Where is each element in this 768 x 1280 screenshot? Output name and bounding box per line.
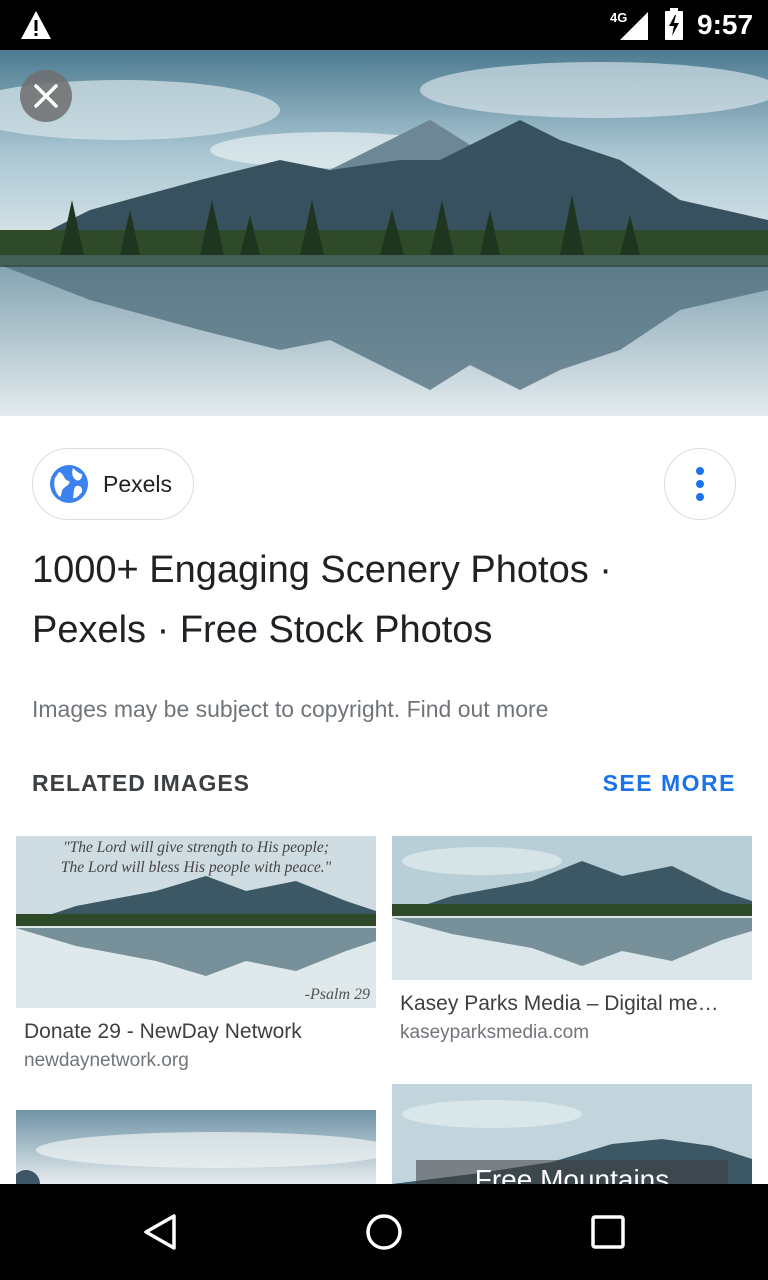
close-button[interactable] <box>20 70 72 122</box>
home-icon[interactable] <box>364 1212 404 1252</box>
related-title-1[interactable]: Donate 29 - NewDay Network <box>24 1020 364 1044</box>
quote-line-1: "The Lord will give strength to His peop… <box>63 839 329 856</box>
quote-overlay: "The Lord will give strength to His peop… <box>16 838 376 878</box>
battery-charging-icon <box>665 8 683 40</box>
clock: 9:57 <box>697 9 754 40</box>
quote-reference: -Psalm 29 <box>304 986 370 1003</box>
related-source-1: newdaynetwork.org <box>24 1050 189 1071</box>
page-title[interactable]: 1000+ Engaging Scenery Photos · Pexels ·… <box>32 540 732 660</box>
related-image-2-picture <box>392 836 752 980</box>
globe-icon <box>50 465 88 503</box>
copyright-text: Images may be subject to copyright. Find… <box>32 696 549 722</box>
related-image-4[interactable]: Free Mountains <box>392 1084 752 1184</box>
signal-icon <box>620 12 648 40</box>
source-label: Pexels <box>103 470 173 497</box>
warning-icon <box>21 11 51 39</box>
quote-line-2: The Lord will bless His people with peac… <box>60 859 332 876</box>
recents-icon[interactable] <box>588 1212 628 1252</box>
copyright-notice[interactable]: Images may be subject to copyright. Find… <box>32 696 548 723</box>
more-vert-icon <box>696 467 704 501</box>
related-title-2[interactable]: Kasey Parks Media – Digital me… <box>400 992 740 1016</box>
related-image-2[interactable] <box>392 836 752 980</box>
related-image-3-picture <box>16 1110 376 1184</box>
close-icon <box>34 84 58 108</box>
see-more-button[interactable]: SEE MORE <box>603 770 736 797</box>
related-image-1[interactable]: "The Lord will give strength to His peop… <box>16 836 376 1008</box>
related-source-2: kaseyparksmedia.com <box>400 1022 590 1043</box>
mountain-lake-image <box>0 50 768 416</box>
more-options-button[interactable] <box>664 448 736 520</box>
source-chip[interactable]: Pexels <box>32 448 194 520</box>
status-bar: 4G 9:57 <box>0 0 768 50</box>
main-image[interactable] <box>0 50 768 416</box>
related-images-heading: RELATED IMAGES <box>32 770 251 796</box>
image-text-overlay: Free Mountains <box>416 1160 728 1184</box>
related-image-3[interactable] <box>16 1110 376 1184</box>
back-icon[interactable] <box>140 1212 180 1252</box>
